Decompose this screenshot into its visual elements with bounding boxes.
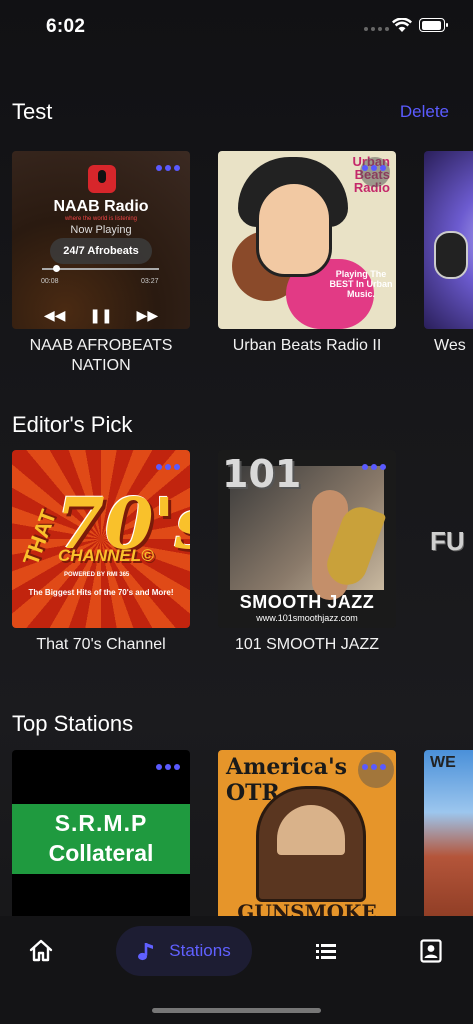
more-options-button[interactable] <box>156 165 180 171</box>
station-artwork[interactable]: S.R.M.P Collateral <box>12 750 190 916</box>
art-face <box>256 181 332 277</box>
station-card-101-smooth-jazz[interactable]: 101 SMOOTH JAZZ www.101smoothjazz.com 10… <box>218 450 396 655</box>
test-row: NAAB Radio where the world is listening … <box>0 151 473 381</box>
section-title-test: Test <box>12 99 53 124</box>
station-artwork[interactable]: WE <box>424 750 473 916</box>
fast-forward-icon: ▶▶ <box>136 307 159 323</box>
cellular-signal-icon <box>364 27 389 31</box>
more-options-button[interactable] <box>156 764 180 770</box>
more-options-button[interactable] <box>362 464 386 470</box>
rewind-icon: ◀◀ <box>43 307 66 323</box>
section-title-top-stations: Top Stations <box>12 711 134 736</box>
station-card-that-70s[interactable]: THAT 70's CHANNEL© POWERED BY RMI 365 Th… <box>12 450 190 655</box>
top-stations-row: S.R.M.P Collateral America's OTR GUNSMOK… <box>0 750 473 916</box>
partial-station-logo[interactable]: FU <box>430 526 465 557</box>
station-name: Wes <box>434 337 466 354</box>
delete-button[interactable]: Delete <box>400 102 449 122</box>
art-tagline: where the world is listening <box>64 216 138 222</box>
station-artwork[interactable]: 101 SMOOTH JAZZ www.101smoothjazz.com <box>218 450 396 628</box>
more-options-button[interactable] <box>362 165 386 171</box>
art-line2: Collateral <box>48 840 154 866</box>
art-url: www.101smoothjazz.com <box>256 613 358 623</box>
art-channel: CHANNEL© <box>58 546 154 565</box>
art-overlay <box>358 752 394 788</box>
station-card-naab[interactable]: NAAB Radio where the world is listening … <box>12 151 190 376</box>
status-time: 6:02 <box>46 16 86 37</box>
art-line1: S.R.M.P <box>54 810 148 836</box>
art-number: 101 <box>222 452 302 496</box>
player-controls: ◀◀ ❚❚ ▶▶ <box>12 307 190 324</box>
station-card-wes[interactable]: Wes <box>424 151 473 356</box>
microphone-logo-icon <box>88 165 116 193</box>
status-bar: 6:02 <box>0 0 473 54</box>
tab-stations-label: Stations <box>169 941 231 960</box>
station-card-srmp[interactable]: S.R.M.P Collateral <box>12 750 190 916</box>
list-icon[interactable] <box>309 934 343 968</box>
music-note-icon <box>138 943 154 961</box>
elapsed-time: 00:08 <box>41 278 59 285</box>
station-artwork[interactable]: NAAB Radio where the world is listening … <box>12 151 190 329</box>
wifi-icon <box>392 18 412 32</box>
art-name: SMOOTH JAZZ <box>239 592 375 612</box>
home-indicator <box>152 1008 321 1013</box>
station-artwork[interactable]: THAT 70's CHANNEL© POWERED BY RMI 365 Th… <box>12 450 190 628</box>
art-overlay <box>360 157 390 187</box>
editors-pick-row: THAT 70's CHANNEL© POWERED BY RMI 365 Th… <box>0 450 473 680</box>
art-tagline: The Biggest Hits of the 70's and More! <box>28 588 174 597</box>
station-name: That 70's Channel <box>36 636 166 653</box>
battery-icon <box>419 18 448 32</box>
duration-time: 03:27 <box>141 278 159 285</box>
station-card-urban-beats[interactable]: Urban Beats Radio Playing The BEST In Ur… <box>218 151 396 356</box>
art-head: WE <box>430 754 456 771</box>
now-playing-label: Now Playing <box>70 224 132 236</box>
station-name: 101 SMOOTH JAZZ <box>234 636 380 653</box>
more-options-button[interactable] <box>362 764 386 770</box>
profile-icon[interactable] <box>414 934 448 968</box>
station-card-desert[interactable]: WE <box>424 750 473 916</box>
home-icon[interactable] <box>24 934 58 968</box>
tab-stations[interactable]: Stations <box>116 926 252 976</box>
more-options-button[interactable] <box>156 464 180 470</box>
section-title-editors-pick: Editor's Pick <box>12 412 133 437</box>
art-brand: NAAB Radio <box>53 198 149 215</box>
progress-knob <box>53 265 61 272</box>
pause-icon: ❚❚ <box>89 307 113 323</box>
station-artwork[interactable]: Urban Beats Radio Playing The BEST In Ur… <box>218 151 396 329</box>
art-promo: Playing The BEST In Urban Music. <box>329 269 393 299</box>
vintage-radio-icon <box>256 786 366 902</box>
art-powered: POWERED BY RMI 365 <box>64 572 130 578</box>
station-name: Urban Beats Radio II <box>232 337 382 354</box>
station-card-americas-otr[interactable]: America's OTR GUNSMOKE <box>218 750 396 916</box>
art-bottom: GUNSMOKE <box>237 900 377 916</box>
microphone-icon <box>434 231 468 279</box>
track-pill: 24/7 Afrobeats <box>50 238 152 264</box>
station-name: NAAB AFROBEATS NATION <box>29 337 173 374</box>
station-artwork[interactable]: America's OTR GUNSMOKE <box>218 750 396 916</box>
station-artwork[interactable] <box>424 151 473 329</box>
tab-bar: Stations <box>0 916 473 1024</box>
